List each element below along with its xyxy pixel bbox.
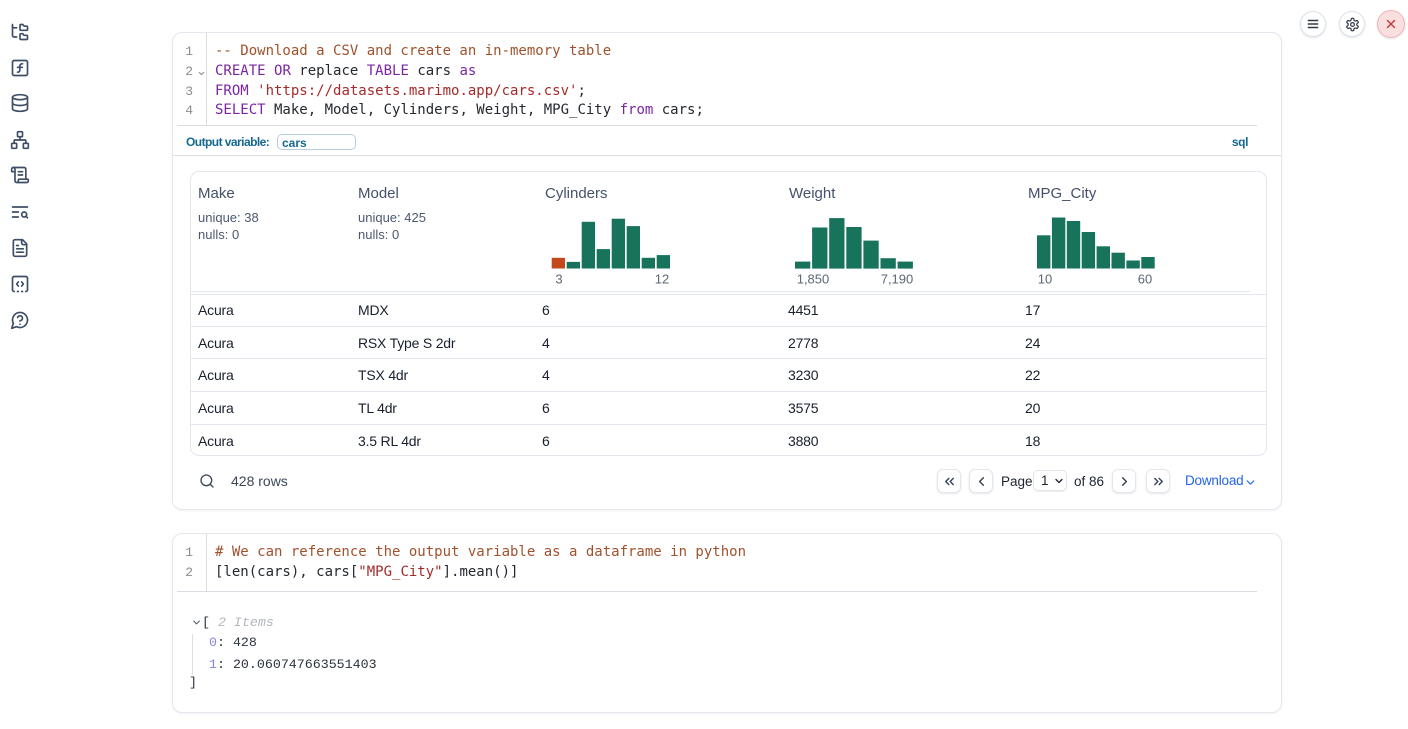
svg-text:60: 60 — [1138, 272, 1152, 287]
svg-text:7,190: 7,190 — [881, 272, 914, 287]
svg-text:3: 3 — [555, 272, 562, 287]
svg-text:10: 10 — [1038, 272, 1052, 287]
svg-text:1,850: 1,850 — [797, 272, 830, 287]
svg-text:12: 12 — [655, 272, 669, 287]
